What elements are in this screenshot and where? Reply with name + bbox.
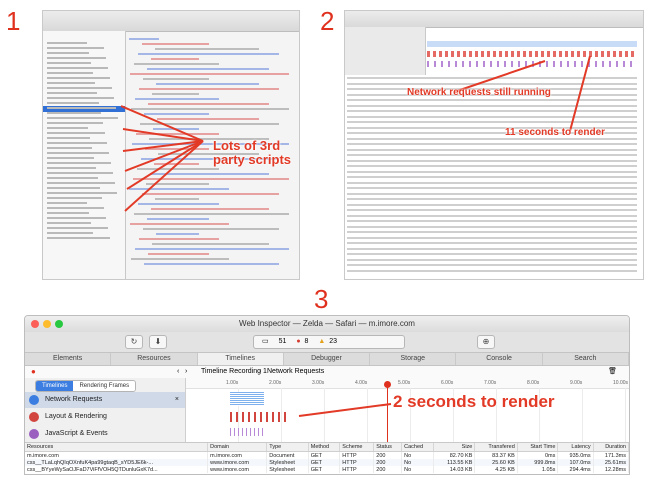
resources-table: Resources Domain Type Method Scheme Status Cac… (25, 442, 629, 474)
column-header[interactable]: Latency (557, 443, 594, 452)
column-header[interactable]: Size (433, 443, 476, 452)
table-cell: No (401, 466, 435, 473)
table-cell: 4.25 KB (474, 466, 518, 473)
column-header[interactable]: Scheme (339, 443, 375, 452)
table-row[interactable]: css__TLaLqhQIqOXnfuK4pa99gtaqB_sYD5JE6k-… (25, 459, 629, 466)
table-cell: No (401, 459, 435, 466)
screenshot-scripts: Lots of 3rd party scripts (42, 10, 300, 280)
annotation-network-running: Network requests still running (407, 87, 551, 98)
table-cell: 25.61ms (593, 459, 629, 466)
table-cell: Stylesheet (266, 466, 309, 473)
table-cell: Document (266, 451, 309, 459)
column-header[interactable]: Status (373, 443, 403, 452)
table-cell: HTTP (339, 451, 375, 459)
screenshot-web-inspector: Web Inspector — Zelda — Safari — m.imore… (24, 315, 630, 475)
table-cell: css__BYyeWySaOJFaD7ViFfVOH5QTDunluGxK7d.… (25, 466, 209, 473)
table-cell: 999.8ms (517, 459, 559, 466)
label-3: 3 (314, 284, 329, 314)
column-header[interactable]: Transfered (474, 443, 518, 452)
table-cell: 935.0ms (557, 451, 594, 459)
table-row[interactable]: m.imore.com m.imore.com Document GET HTTP 200… (25, 451, 629, 459)
table-cell: m.imore.com (25, 451, 209, 459)
table-cell: 83.37 KB (474, 451, 518, 459)
column-header[interactable]: Domain (207, 443, 268, 452)
table-cell: 171.3ms (593, 451, 629, 459)
annotation-third-party: Lots of 3rd party scripts (213, 138, 292, 167)
column-header[interactable]: Duration (593, 443, 629, 452)
table-cell: HTTP (339, 466, 375, 473)
table-cell: HTTP (339, 459, 375, 466)
screenshot-timeline-slow: Network requests still running 11 second… (344, 10, 644, 280)
table-cell: 113.55 KB (433, 459, 476, 466)
table-cell: GET (308, 451, 341, 459)
label-2: 2 (320, 6, 335, 36)
table-row[interactable]: css__BYyeWySaOJFaD7ViFfVOH5QTDunluGxK7d.… (25, 466, 629, 473)
column-header[interactable]: Start Time (517, 443, 559, 452)
table-cell: GET (308, 459, 341, 466)
table-cell: 294.4ms (557, 466, 594, 473)
table-cell: 200 (373, 459, 403, 466)
table-cell: Stylesheet (266, 459, 309, 466)
column-header[interactable]: Cached (401, 443, 435, 452)
table-cell: www.imore.com (207, 459, 268, 466)
table-cell: 0ms (517, 451, 559, 459)
table-cell: 1.05s (517, 466, 559, 473)
label-1: 1 (6, 6, 21, 36)
table-cell: 82.70 KB (433, 451, 476, 459)
column-header[interactable]: Method (308, 443, 341, 452)
table-cell: 14.03 KB (433, 466, 476, 473)
table-cell: 200 (373, 466, 403, 473)
table-cell: 107.0ms (557, 459, 594, 466)
annotation-2-seconds: 2 seconds to render (393, 392, 555, 411)
arrow-overlay (456, 55, 591, 132)
table-cell: No (401, 451, 435, 459)
table-cell: 200 (373, 451, 403, 459)
column-header[interactable]: Resources (25, 443, 209, 452)
table-cell: 12.28ms (593, 466, 629, 473)
table-cell: www.imore.com (207, 466, 268, 473)
table-cell: m.imore.com (207, 451, 268, 459)
table-cell: GET (308, 466, 341, 473)
column-header[interactable]: Type (266, 443, 309, 452)
annotation-11-seconds: 11 seconds to render (505, 127, 606, 138)
table-cell: 25.60 KB (474, 459, 518, 466)
table-cell: css__TLaLqhQIqOXnfuK4pa99gtaqB_sYD5JE6k-… (25, 459, 209, 466)
